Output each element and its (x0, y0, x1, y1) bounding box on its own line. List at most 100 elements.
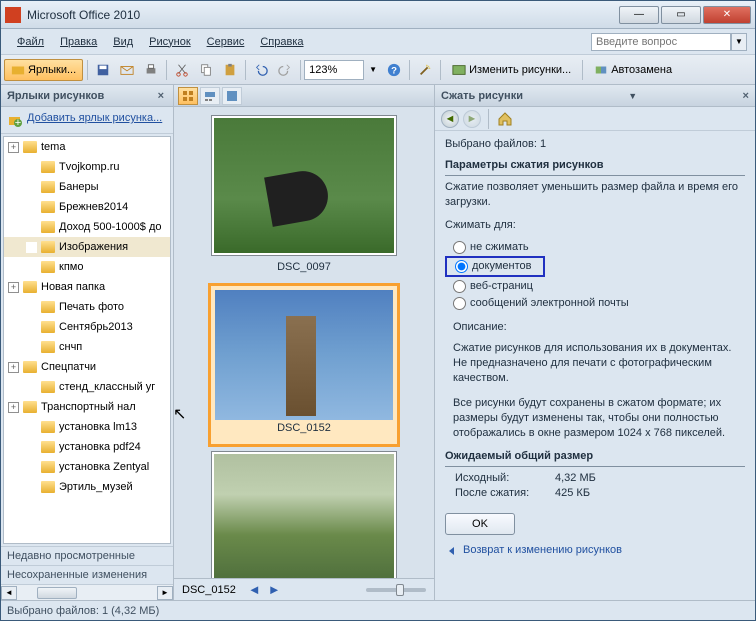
tree-item[interactable]: +Новая папка (4, 277, 170, 297)
tree-item[interactable]: + tema (4, 137, 170, 157)
undo-button[interactable] (250, 59, 272, 81)
menu-file[interactable]: Файл (9, 33, 52, 51)
zoom-slider[interactable] (366, 588, 426, 592)
single-icon (226, 90, 238, 102)
tree-item[interactable]: +Спецпатчи (4, 357, 170, 377)
next-button[interactable]: ► (266, 582, 283, 597)
expander-icon[interactable]: + (8, 362, 19, 373)
sidebar-close-button[interactable]: × (155, 90, 167, 102)
menu-edit[interactable]: Правка (52, 33, 105, 51)
back-to-edit-link[interactable]: Возврат к изменению рисунков (445, 543, 745, 558)
radio-web[interactable]: веб-страниц (445, 278, 745, 295)
thumbnail-item[interactable]: DSC_0152 (194, 283, 414, 447)
menu-view[interactable]: Вид (105, 33, 141, 51)
tree-item[interactable]: кпмо (4, 257, 170, 277)
tree-item[interactable]: Эртиль_музей (4, 477, 170, 497)
shortcuts-button[interactable]: Ярлыки... (4, 59, 83, 81)
intro-text: Сжатие позволяет уменьшить размер файла … (445, 180, 745, 210)
compress-close-button[interactable]: × (743, 90, 749, 102)
thumbnail-item[interactable]: DSC_0160 (194, 451, 414, 578)
toolbar: Ярлыки... 123% ▼ ? Изменить рисунки... А… (1, 55, 755, 85)
copy-button[interactable] (195, 59, 217, 81)
recent-label[interactable]: Недавно просмотренные (1, 546, 173, 565)
expander-icon[interactable]: + (8, 282, 19, 293)
tree-item[interactable]: +Транспортный нал (4, 397, 170, 417)
menu-tools[interactable]: Сервис (199, 33, 253, 51)
thumbnail-view-button[interactable] (178, 87, 198, 105)
sidebar-hscroll[interactable]: ◄ ► (1, 584, 173, 600)
folder-icon (23, 281, 37, 293)
thumbnail-list[interactable]: DSC_0097DSC_0152DSC_0160 (174, 107, 434, 578)
tree-item[interactable]: Доход 500-1000$ до (4, 217, 170, 237)
maximize-button[interactable]: ▭ (661, 6, 701, 24)
prev-button[interactable]: ◄ (246, 582, 263, 597)
zoom-input[interactable]: 123% (304, 60, 364, 80)
menu-help[interactable]: Справка (252, 33, 311, 51)
thumbnail-item[interactable]: DSC_0097 (194, 115, 414, 279)
nav-back-button[interactable]: ◄ (441, 110, 459, 128)
close-button[interactable]: ✕ (703, 6, 751, 24)
tree-item[interactable]: установка lm13 (4, 417, 170, 437)
redo-button[interactable] (274, 59, 296, 81)
tree-item[interactable]: Банеры (4, 177, 170, 197)
print-icon (144, 63, 158, 77)
folder-icon (41, 481, 55, 493)
tree-item-label: tema (41, 141, 65, 153)
tree-item[interactable]: установка Zentyal (4, 457, 170, 477)
tree-item[interactable]: Сентябрь2013 (4, 317, 170, 337)
tree-item-label: установка lm13 (59, 421, 137, 433)
unsaved-label[interactable]: Несохраненные изменения (1, 565, 173, 584)
sidebar: Ярлыки рисунков × + Добавить ярлык рисун… (1, 85, 174, 600)
expander-icon[interactable]: + (8, 402, 19, 413)
tree-item[interactable]: снчп (4, 337, 170, 357)
compress-for-label: Сжимать для: (445, 218, 745, 233)
replace-icon (594, 63, 608, 77)
cut-button[interactable] (171, 59, 193, 81)
tree-item[interactable]: стенд_классный уг (4, 377, 170, 397)
expander-icon[interactable]: + (8, 142, 19, 153)
tree-item[interactable]: Изображения (4, 237, 170, 257)
expander-icon (26, 442, 37, 453)
folder-icon (11, 63, 25, 77)
mail-button[interactable] (116, 59, 138, 81)
minimize-button[interactable]: — (619, 6, 659, 24)
folder-icon (41, 261, 55, 273)
radio-documents[interactable]: документов (445, 256, 545, 277)
folder-tree[interactable]: + tema Tvojkomp.ru Банеры Брежнев2014Доход 5… (3, 136, 171, 544)
thumbnail-status: DSC_0152 ◄ ► (174, 578, 434, 600)
add-shortcut-link[interactable]: Добавить ярлык рисунка... (27, 112, 162, 125)
edit-pictures-button[interactable]: Изменить рисунки... (445, 59, 578, 81)
question-dropdown[interactable]: ▼ (731, 33, 747, 51)
scroll-thumb[interactable] (37, 587, 77, 599)
tree-item[interactable]: Печать фото (4, 297, 170, 317)
paste-button[interactable] (219, 59, 241, 81)
nav-home-button[interactable] (496, 110, 514, 128)
tree-item[interactable]: Брежнев2014 (4, 197, 170, 217)
nav-fwd-button[interactable]: ► (463, 110, 481, 128)
auto-adjust-button[interactable] (414, 59, 436, 81)
auto-replace-button[interactable]: Автозамена (587, 59, 679, 81)
thumbnail-image (215, 290, 393, 420)
scroll-right-button[interactable]: ► (157, 586, 173, 600)
pane-menu-button[interactable]: ▼ (624, 91, 641, 101)
status-text: Выбрано файлов: 1 (4,32 МБ) (7, 605, 159, 617)
expander-icon (26, 322, 37, 333)
zoom-dropdown[interactable]: ▼ (365, 59, 381, 81)
undo-icon (254, 63, 268, 77)
single-view-button[interactable] (222, 87, 242, 105)
print-button[interactable] (140, 59, 162, 81)
radio-nocompress[interactable]: не сжимать (445, 239, 745, 256)
scroll-left-button[interactable]: ◄ (1, 586, 17, 600)
tree-item[interactable]: Tvojkomp.ru (4, 157, 170, 177)
filmstrip-view-button[interactable] (200, 87, 220, 105)
cut-icon (175, 63, 189, 77)
radio-email[interactable]: сообщений электронной почты (445, 295, 745, 312)
menu-picture[interactable]: Рисунок (141, 33, 199, 51)
question-input[interactable] (591, 33, 731, 51)
tree-item[interactable]: установка pdf24 (4, 437, 170, 457)
tree-item-label: Банеры (59, 181, 99, 193)
save-button[interactable] (92, 59, 114, 81)
expander-icon (26, 422, 37, 433)
help-button[interactable]: ? (383, 59, 405, 81)
ok-button[interactable]: OK (445, 513, 515, 535)
